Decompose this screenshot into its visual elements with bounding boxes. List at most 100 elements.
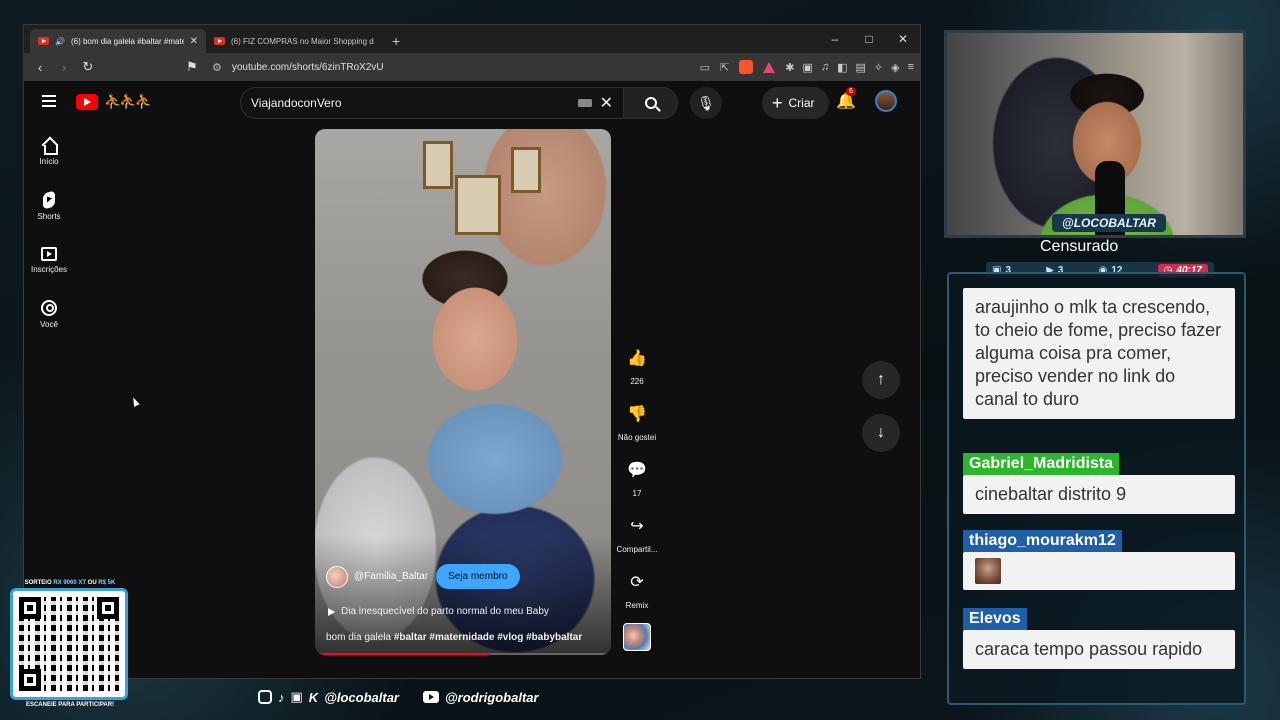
user-icon <box>41 299 57 316</box>
chat-username: Gabriel_Madridista <box>963 453 1120 475</box>
doodle-icon: ⛹⛹⛹ <box>104 93 152 109</box>
wallet-icon[interactable]: ▤ <box>855 61 865 74</box>
video-progress-bar[interactable] <box>315 653 611 655</box>
comments-action[interactable]: 💬 17 <box>614 455 660 498</box>
video-caption: bom dia galela #baltar #maternidade #vlo… <box>326 632 582 643</box>
wall-frame <box>423 141 453 189</box>
clear-search-icon[interactable]: ✕ <box>600 93 613 113</box>
stream-status: Censurado <box>1040 238 1119 255</box>
chat-username: thiago_mourakm12 <box>963 530 1122 552</box>
wall-frame <box>455 175 501 235</box>
maximize-button[interactable]: □ <box>852 25 886 53</box>
url-text: youtube.com/shorts/6zinTRoX2vU <box>231 61 384 73</box>
reload-icon[interactable]: ↻ <box>78 59 98 75</box>
channel-avatar[interactable] <box>326 565 348 588</box>
back-icon[interactable]: ‹ <box>30 60 50 75</box>
new-tab-button[interactable]: + <box>392 33 400 49</box>
search-button[interactable] <box>624 87 678 119</box>
tiktok-icon: ♪ <box>278 689 285 705</box>
sidebar-item-subscriptions[interactable]: Inscrições <box>24 233 74 287</box>
voice-search-button[interactable]: 🎙 <box>690 87 722 119</box>
site-info-icon[interactable]: ⚙ <box>212 61 222 74</box>
qr-finder <box>19 597 41 619</box>
youtube-favicon-icon <box>214 37 225 45</box>
sidebar-item-home[interactable]: Início <box>24 125 74 179</box>
sidebar-item-shorts[interactable]: Shorts <box>24 179 74 233</box>
microphone-icon: 🎙 <box>697 94 715 111</box>
shorts-video-player[interactable]: @Familia_Baltar Seja membro Dia inesquec… <box>315 129 611 655</box>
close-window-button[interactable]: ✕ <box>886 25 920 53</box>
sidebar-item-label: Você <box>40 319 58 329</box>
chat-message: Gabriel_Madridista cinebaltar distrito 9 <box>963 453 1235 514</box>
sound-thumbnail-image <box>623 623 651 651</box>
channel-row: @Familia_Baltar Seja membro <box>326 564 520 589</box>
search-input[interactable]: ViajandoconVero ✕ <box>240 87 624 119</box>
sidebar-item-you[interactable]: Você <box>24 287 74 341</box>
share-label: Compartil... <box>616 545 658 554</box>
chat-message: thiago_mourakm12 <box>963 530 1235 590</box>
like-count: 226 <box>630 377 644 386</box>
remix-action[interactable]: ⟳ Remix <box>614 567 660 610</box>
brave-rewards-icon[interactable] <box>763 61 776 73</box>
dislike-action[interactable]: 👎 Não gostei <box>614 399 660 442</box>
like-action[interactable]: 👍 226 <box>614 343 660 386</box>
url-field[interactable]: ⚙ youtube.com/shorts/6zinTRoX2vU ▭ ⇱ <box>206 57 781 77</box>
share-icon[interactable]: ⇱ <box>720 61 729 74</box>
qr-finder <box>97 597 119 619</box>
sidebar-icon[interactable]: ◧ <box>837 61 847 74</box>
caption-text: bom dia galela <box>326 632 394 643</box>
menu-icon[interactable]: ≡ <box>908 61 914 73</box>
thumbs-up-icon: 👍 <box>627 350 647 367</box>
plus-icon: + <box>772 93 783 113</box>
video-title-link[interactable]: Dia inesquecível do parto normal do meu … <box>328 606 549 617</box>
youtube-favicon-icon <box>38 37 49 45</box>
thumbs-down-icon: 👎 <box>627 406 647 423</box>
minimize-button[interactable]: – <box>818 25 852 53</box>
kick-icon: K <box>308 689 319 705</box>
share-action[interactable]: ↪ Compartil... <box>614 511 660 554</box>
wall-frame <box>511 147 541 193</box>
vpn-icon[interactable]: ◈ <box>891 61 899 74</box>
tab-active[interactable]: 🔊 (6) bom dia galela #baltar #maternidad… <box>30 29 206 53</box>
forward-icon[interactable]: › <box>54 60 74 75</box>
social-handle-1: @locobaltar <box>324 689 399 705</box>
bookmark-icon[interactable]: ⚑ <box>182 59 202 75</box>
menu-hamburger-icon[interactable] <box>42 95 56 107</box>
extensions-icon[interactable]: ✱ <box>785 61 794 74</box>
shorts-icon <box>43 189 55 210</box>
qr-code[interactable] <box>10 588 128 700</box>
tab-close-icon[interactable]: ✕ <box>190 36 198 47</box>
sidebar-item-label: Início <box>39 156 59 166</box>
sound-thumbnail[interactable] <box>614 623 660 651</box>
youtube-logo[interactable]: ⛹⛹⛹ <box>76 93 152 110</box>
notification-badge: 6 <box>846 87 856 96</box>
account-avatar[interactable] <box>875 90 897 112</box>
qr-finder <box>19 669 41 691</box>
play-icon <box>328 607 335 616</box>
chat-username: Elevos <box>963 608 1027 630</box>
social-handles: ♪ ▣ K @locobaltar @rodrigobaltar <box>258 689 539 705</box>
next-short-button[interactable]: ↓ <box>862 414 900 452</box>
create-button[interactable]: + Criar <box>762 87 829 119</box>
join-member-button[interactable]: Seja membro <box>436 564 520 589</box>
leo-icon[interactable]: ✧ <box>874 61 883 74</box>
tab-inactive[interactable]: (6) FIZ COMPRAS no Maior Shopping da CH <box>206 29 382 53</box>
brave-shield-icon[interactable] <box>739 60 754 74</box>
tab-bar: 🔊 (6) bom dia galela #baltar #maternidad… <box>24 25 920 53</box>
sidebar-item-label: Shorts <box>37 211 61 221</box>
chat-message-text: caraca tempo passou rapido <box>963 630 1235 669</box>
music-icon[interactable]: ♫ <box>821 61 829 73</box>
channel-name[interactable]: @Familia_Baltar <box>354 571 428 582</box>
screenshot-icon[interactable]: ▣ <box>802 61 812 74</box>
keyboard-icon[interactable] <box>577 99 592 107</box>
chat-message: Elevos caraca tempo passou rapido <box>963 608 1235 669</box>
shorts-actions: 👍 226 👎 Não gostei 💬 17 ↪ Compartil... ⟳… <box>614 343 660 664</box>
giveaway-footer: ESCANEIE PARA PARTICIPAR! <box>25 702 115 708</box>
cast-icon[interactable]: ▭ <box>700 61 710 74</box>
tab-title: (6) bom dia galela #baltar #maternidade <box>70 36 184 46</box>
previous-short-button[interactable]: ↑ <box>862 361 900 399</box>
caption-hashtags[interactable]: #baltar #maternidade #vlog #babybaltar <box>394 632 582 643</box>
yt-header: ⛹⛹⛹ ViajandoconVero ✕ 🎙 + Criar 🔔 6 <box>24 81 920 125</box>
address-bar: ‹ › ↻ ⚑ ⚙ youtube.com/shorts/6zinTRoX2vU… <box>24 53 920 81</box>
giveaway-mid: OU <box>86 580 99 586</box>
